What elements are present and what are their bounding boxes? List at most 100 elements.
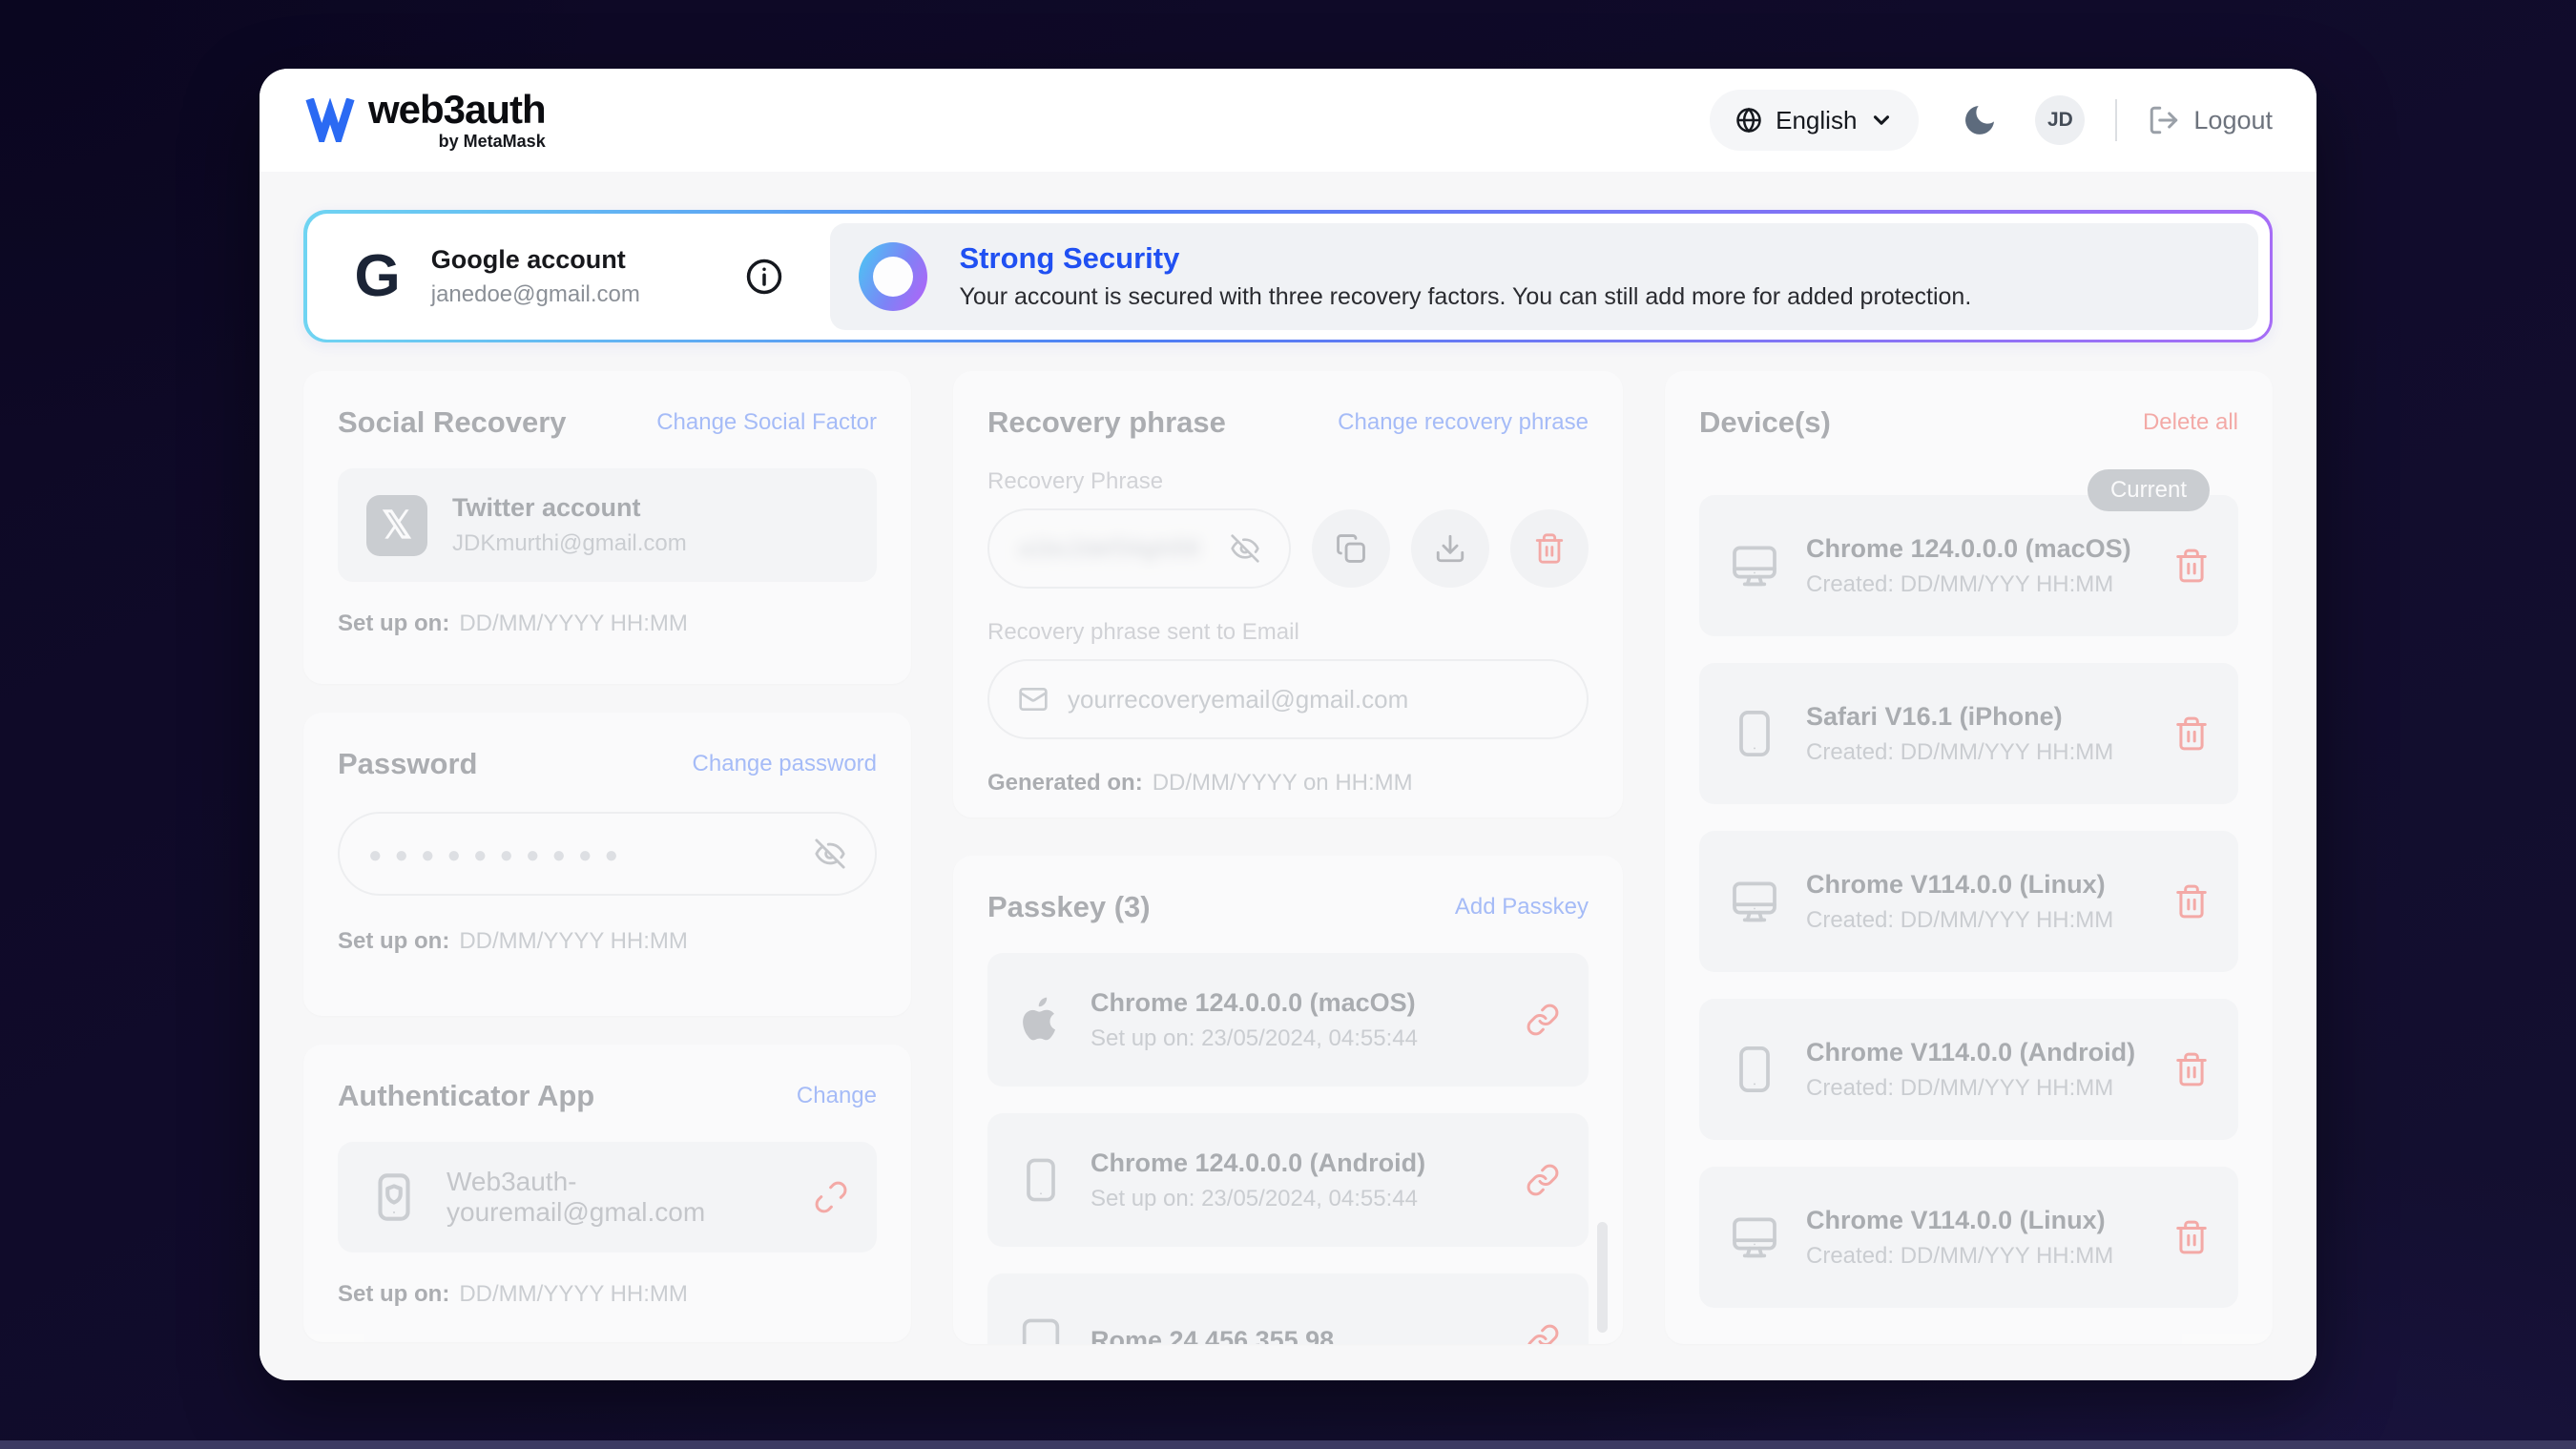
- device-name: Chrome 124.0.0.0 (macOS): [1806, 534, 2131, 564]
- setup-on-value: DD/MM/YYYY HH:MM: [459, 611, 688, 636]
- passkey-row: Chrome 124.0.0.0 (Android) Set up on: 23…: [987, 1113, 1589, 1247]
- recovery-phrase-title: Recovery phrase: [987, 405, 1226, 440]
- generated-on-value: DD/MM/YYYY on HH:MM: [1153, 770, 1413, 796]
- generated-on-label: Generated on:: [987, 770, 1143, 796]
- passkey-row: Rome 24.456.355.98: [987, 1273, 1589, 1344]
- devices-list: Current Chrome 124.0.0.0 (macOS) Created…: [1699, 495, 2238, 1308]
- security-status-description: Your account is secured with three recov…: [960, 283, 1972, 311]
- link-icon[interactable]: [1526, 1323, 1560, 1344]
- header-divider: [2115, 99, 2117, 141]
- smartphone-icon: [1728, 1043, 1781, 1096]
- eye-off-icon[interactable]: [1230, 533, 1260, 564]
- tablet-icon: [1016, 1315, 1066, 1344]
- globe-icon: [1735, 106, 1763, 135]
- desktop-icon: [1728, 875, 1781, 928]
- password-card: Password Change password ●●●●●●●●●●: [303, 713, 911, 1016]
- recovery-email-label: Recovery phrase sent to Email: [987, 619, 1589, 646]
- passkey-meta: Set up on: 23/05/2024, 04:55:44: [1091, 1186, 1425, 1212]
- language-label: English: [1776, 106, 1857, 135]
- app-header: web3auth by MetaMask English: [260, 69, 2316, 172]
- passkey-name: Chrome 124.0.0.0 (macOS): [1091, 988, 1418, 1018]
- recovery-email-value: yourrecoveryemail@gmail.com: [1068, 685, 1408, 714]
- header-controls: English JD Logout: [1710, 90, 2273, 151]
- smartphone-icon: [1016, 1155, 1066, 1205]
- logout-button[interactable]: Logout: [2148, 104, 2273, 136]
- user-avatar[interactable]: JD: [2035, 95, 2085, 145]
- twitter-account-name: Twitter account: [452, 493, 687, 523]
- passkey-name: Rome 24.456.355.98: [1091, 1326, 1334, 1345]
- google-icon: G: [355, 247, 401, 306]
- login-provider-section: G Google account janedoe@gmail.com: [307, 214, 830, 340]
- change-recovery-phrase-link[interactable]: Change recovery phrase: [1338, 409, 1589, 436]
- app-window: web3auth by MetaMask English: [260, 69, 2316, 1380]
- passkey-row: Chrome 124.0.0.0 (macOS) Set up on: 23/0…: [987, 953, 1589, 1087]
- setup-on-label: Set up on:: [338, 1281, 449, 1307]
- password-field[interactable]: ●●●●●●●●●●: [338, 812, 877, 896]
- web3auth-logo: web3auth by MetaMask: [305, 90, 546, 152]
- passkey-card: Passkey (3) Add Passkey: [953, 856, 1623, 1344]
- device-name: Safari V16.1 (iPhone): [1806, 702, 2113, 732]
- dark-mode-toggle[interactable]: [1961, 101, 1999, 139]
- setup-on-label: Set up on:: [338, 928, 449, 954]
- trash-icon[interactable]: [2173, 548, 2210, 584]
- desktop-icon: [1728, 539, 1781, 592]
- device-row: Safari V16.1 (iPhone) Created: DD/MM/YYY…: [1699, 663, 2238, 804]
- phone-shield-icon: [366, 1170, 422, 1225]
- link-icon[interactable]: [1526, 1163, 1560, 1197]
- desktop-icon: [1728, 1211, 1781, 1264]
- change-password-link[interactable]: Change password: [693, 751, 877, 777]
- security-strength-ring-icon: [859, 242, 927, 311]
- delete-all-link[interactable]: Delete all: [2143, 409, 2238, 436]
- unlink-icon[interactable]: [814, 1180, 848, 1214]
- security-status-banner: G Google account janedoe@gmail.com: [303, 210, 2273, 342]
- logout-icon: [2148, 104, 2180, 136]
- page-background: web3auth by MetaMask English: [0, 0, 2576, 1449]
- trash-icon[interactable]: [2173, 1051, 2210, 1087]
- copy-phrase-button[interactable]: [1312, 509, 1390, 588]
- recovery-phrase-masked: a1bc2def34ghi56: [1018, 535, 1199, 563]
- recovery-email-field[interactable]: yourrecoveryemail@gmail.com: [987, 659, 1589, 739]
- link-icon[interactable]: [1526, 1003, 1560, 1037]
- recovery-phrase-label: Recovery Phrase: [987, 468, 1589, 495]
- apple-icon: [1016, 995, 1066, 1045]
- web3auth-logo-icon: [305, 98, 355, 142]
- trash-icon[interactable]: [2173, 883, 2210, 920]
- logout-label: Logout: [2193, 106, 2273, 135]
- eye-off-icon[interactable]: [814, 838, 846, 870]
- info-icon[interactable]: [744, 257, 784, 297]
- device-row: Chrome V114.0.0 (Android) Created: DD/MM…: [1699, 999, 2238, 1140]
- security-strength-panel: Strong Security Your account is secured …: [830, 223, 2258, 330]
- passkey-name: Chrome 124.0.0.0 (Android): [1091, 1149, 1425, 1178]
- social-recovery-card: Social Recovery Change Social Factor 𝕏 T…: [303, 371, 911, 684]
- social-recovery-title: Social Recovery: [338, 405, 567, 440]
- setup-on-label: Set up on:: [338, 611, 449, 636]
- trash-icon[interactable]: [2173, 715, 2210, 752]
- x-twitter-icon: 𝕏: [366, 495, 427, 556]
- current-device-badge: Current: [2088, 469, 2210, 511]
- trash-icon[interactable]: [2173, 1219, 2210, 1255]
- device-meta: Created: DD/MM/YYY HH:MM: [1806, 907, 2113, 934]
- device-name: Chrome V114.0.0 (Android): [1806, 1038, 2135, 1067]
- device-meta: Created: DD/MM/YYY HH:MM: [1806, 571, 2131, 598]
- passkey-title: Passkey (3): [987, 890, 1151, 924]
- setup-on-value: DD/MM/YYYY HH:MM: [459, 928, 688, 954]
- authenticator-account: Web3auth-youremail@gmal.com: [447, 1167, 814, 1228]
- device-row: Chrome V114.0.0 (Linux) Created: DD/MM/Y…: [1699, 831, 2238, 972]
- setup-on-value: DD/MM/YYYY HH:MM: [459, 1281, 688, 1307]
- change-authenticator-link[interactable]: Change: [797, 1083, 877, 1109]
- passkey-scrollbar[interactable]: [1597, 1222, 1608, 1333]
- passkey-list: Chrome 124.0.0.0 (macOS) Set up on: 23/0…: [987, 953, 1589, 1344]
- authenticator-card: Authenticator App Change: [303, 1045, 911, 1342]
- password-title: Password: [338, 747, 477, 781]
- change-social-factor-link[interactable]: Change Social Factor: [656, 409, 877, 436]
- authenticator-title: Authenticator App: [338, 1079, 594, 1113]
- delete-phrase-button[interactable]: [1510, 509, 1589, 588]
- device-name: Chrome V114.0.0 (Linux): [1806, 870, 2113, 900]
- device-meta: Created: DD/MM/YYY HH:MM: [1806, 1075, 2135, 1102]
- security-status-title: Strong Security: [960, 241, 1972, 276]
- download-phrase-button[interactable]: [1411, 509, 1489, 588]
- language-selector[interactable]: English: [1710, 90, 1919, 151]
- add-passkey-link[interactable]: Add Passkey: [1455, 894, 1589, 921]
- recovery-phrase-field[interactable]: a1bc2def34ghi56: [987, 508, 1291, 589]
- provider-title: Google account: [431, 245, 640, 275]
